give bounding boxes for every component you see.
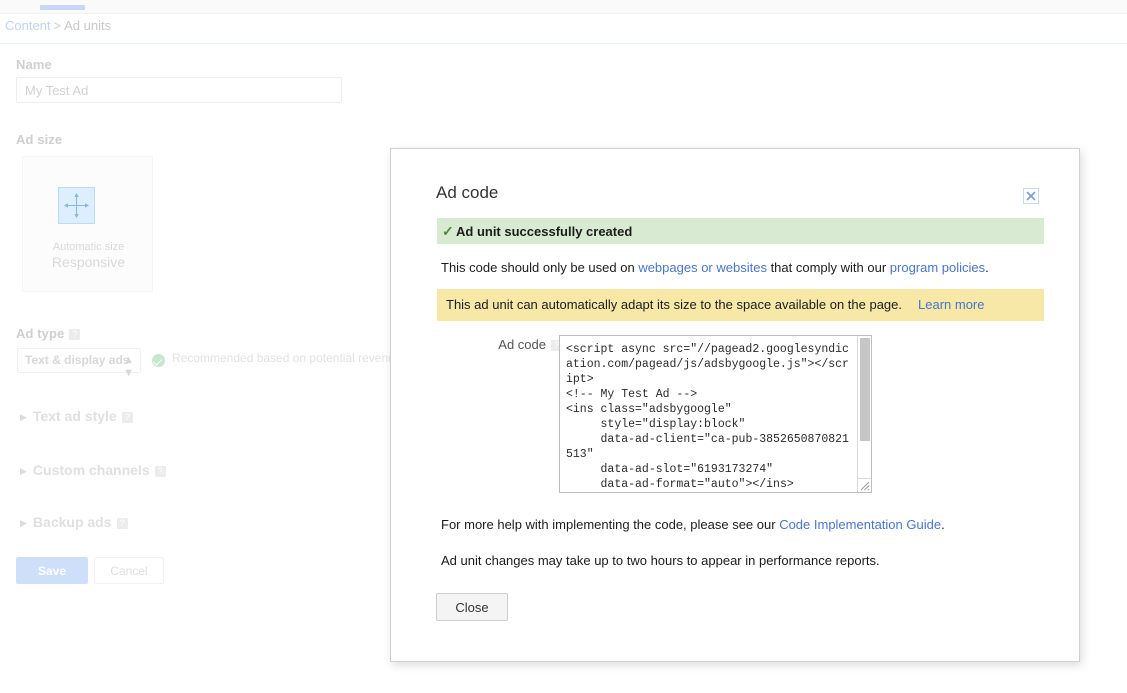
section-toggle-text-ad-style[interactable]: ▶ Text ad style?	[20, 408, 133, 424]
link-webpages-or-websites[interactable]: webpages or websites	[638, 260, 767, 275]
help-line-suffix: .	[941, 517, 945, 532]
ad-size-card-responsive[interactable]: Automatic size Responsive	[22, 156, 153, 292]
chevron-right-icon: ▶	[20, 411, 27, 422]
ad-code-label-text: Ad code	[498, 337, 546, 352]
ad-size-caption-responsive: Responsive	[51, 254, 126, 270]
policy-prefix: This code should only be used on	[441, 260, 639, 275]
help-icon-backup-ads[interactable]: ?	[116, 518, 128, 529]
resize-grip-icon[interactable]	[857, 478, 871, 492]
name-field-label: Name	[16, 57, 52, 72]
section-label-custom-channels: Custom channels	[32, 462, 150, 478]
ad-size-caption-automatic: Automatic size	[52, 241, 125, 253]
breadcrumb: Content > Ad units	[5, 18, 1127, 44]
chevron-right-icon: ▶	[20, 465, 27, 476]
success-banner-text: Ad unit successfully created	[456, 224, 633, 239]
ad-code-scrollbar[interactable]	[857, 336, 871, 492]
section-label-text-ad-style: Text ad style	[32, 408, 117, 424]
browser-top-strip	[0, 0, 1127, 14]
reporting-delay-notice: Ad unit changes may take up to two hours…	[441, 553, 880, 568]
ad-code-scrollbar-thumb[interactable]	[860, 338, 870, 441]
breadcrumb-link-content[interactable]: Content	[5, 18, 51, 33]
responsive-info-banner: This ad unit can automatically adapt its…	[437, 289, 1044, 321]
ad-type-select-value: Text & display ads	[25, 353, 130, 367]
breadcrumb-current-ad-units: Ad units	[64, 18, 112, 33]
breadcrumb-separator: >	[53, 18, 62, 33]
policy-notice: This code should only be used on webpage…	[441, 260, 989, 275]
policy-middle: that comply with our	[766, 260, 890, 275]
ad-size-label: Ad size	[16, 132, 63, 147]
section-label-backup-ads: Backup ads	[32, 514, 112, 530]
dialog-title: Ad code	[436, 183, 499, 202]
link-learn-more[interactable]: Learn more	[918, 297, 984, 312]
ad-type-select[interactable]: Text & display ads ▲ ▼	[17, 348, 141, 379]
active-tab-indicator[interactable]	[40, 5, 85, 10]
name-input[interactable]	[16, 77, 342, 103]
close-x-icon[interactable]	[1023, 188, 1039, 204]
ad-code-textarea[interactable]: <script async src="//pagead2.googlesyndi…	[559, 335, 872, 493]
policy-suffix: .	[985, 260, 989, 275]
section-toggle-custom-channels[interactable]: ▶ Custom channels?	[20, 462, 166, 478]
close-button[interactable]: Close	[436, 593, 508, 621]
check-mark-icon: ✓	[442, 223, 454, 239]
implementation-help-line: For more help with implementing the code…	[441, 517, 945, 532]
success-banner: ✓ Ad unit successfully created	[437, 218, 1044, 244]
ad-type-recommendation-text: Recommended based on potential revenue	[172, 351, 402, 365]
link-program-policies[interactable]: program policies	[890, 260, 985, 275]
cancel-button[interactable]: Cancel	[94, 557, 164, 584]
help-icon-custom-channels[interactable]: ?	[154, 466, 166, 477]
responsive-info-text: This ad unit can automatically adapt its…	[446, 297, 903, 312]
check-circle-icon	[152, 354, 165, 367]
resize-arrows-icon	[58, 187, 95, 224]
section-toggle-backup-ads[interactable]: ▶ Backup ads?	[20, 514, 128, 530]
link-code-implementation-guide[interactable]: Code Implementation Guide	[779, 517, 941, 532]
ad-type-label: Ad type?	[16, 326, 81, 341]
chevron-right-icon: ▶	[20, 517, 27, 528]
help-icon-ad-type[interactable]: ?	[69, 329, 81, 340]
ad-code-text: <script async src="//pagead2.googlesyndi…	[566, 343, 849, 491]
ad-code-dialog: Ad code ✓ Ad unit successfully created Th…	[390, 148, 1080, 662]
chevron-updown-icon: ▲ ▼	[123, 354, 134, 379]
help-icon-text-ad-style[interactable]: ?	[121, 412, 133, 423]
ad-type-label-text: Ad type	[16, 326, 65, 341]
ad-code-field-label: Ad code?	[477, 337, 562, 352]
save-button[interactable]: Save	[16, 557, 88, 584]
help-line-prefix: For more help with implementing the code…	[441, 517, 780, 532]
ad-unit-form: Name Ad size Automatic size Responsive A…	[0, 44, 420, 693]
